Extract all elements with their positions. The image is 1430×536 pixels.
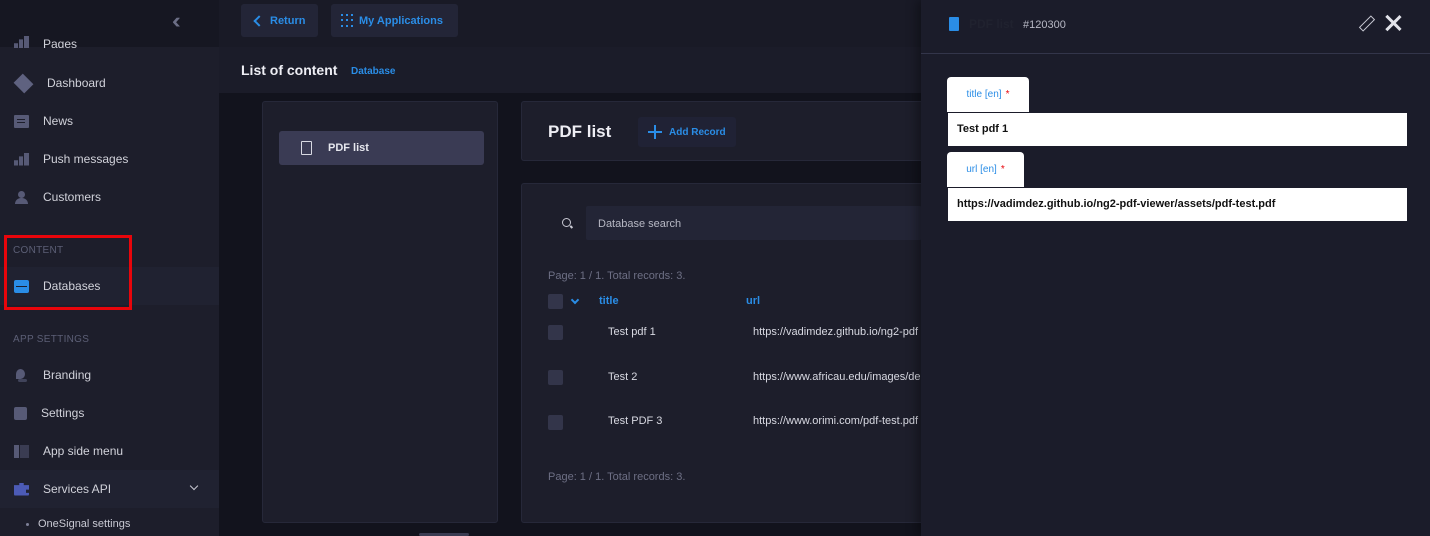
app-root: Pages ‹‹ Dashboard News Push messages Cu…	[0, 0, 1430, 536]
list-header-panel: PDF list Add Record	[521, 101, 921, 161]
sidebar-item-pages[interactable]: Pages	[0, 28, 219, 48]
sidebar-item-label: Push messages	[43, 152, 129, 166]
page-info-top: Page: 1 / 1. Total records: 3.	[548, 270, 686, 282]
arrow-left-icon	[253, 14, 265, 27]
title-field[interactable]: Test pdf 1	[947, 112, 1408, 147]
sidebar-subitem-label: OneSignal settings	[38, 518, 131, 530]
column-header-url[interactable]: url	[746, 295, 760, 307]
side-menu-icon	[14, 444, 29, 458]
customers-icon	[14, 190, 29, 204]
sidebar: Pages ‹‹ Dashboard News Push messages Cu…	[0, 0, 219, 536]
branding-icon	[14, 368, 29, 382]
search-input[interactable]: Database search	[586, 206, 922, 240]
section-app-settings-label: APP SETTINGS	[13, 334, 90, 345]
location-bar: List of content Database	[219, 47, 921, 93]
drawer-header: PDF list #120300	[921, 0, 1430, 54]
sidebar-item-app-side-menu[interactable]: App side menu	[0, 432, 219, 470]
list-title: PDF list	[548, 122, 612, 141]
database-badge: Database	[351, 66, 396, 77]
search-icon	[562, 218, 571, 227]
sidebar-header: Pages ‹‹	[0, 0, 219, 48]
database-item-pdf-list[interactable]: PDF list	[279, 131, 484, 165]
database-item-label: PDF list	[328, 142, 369, 154]
sidebar-item-label: Settings	[41, 406, 85, 420]
row-checkbox[interactable]	[548, 370, 563, 385]
record-id: #120300	[1023, 19, 1066, 31]
search-placeholder: Database search	[598, 218, 682, 230]
sidebar-item-news[interactable]: News	[0, 102, 219, 140]
red-highlight-box	[4, 235, 132, 310]
sidebar-item-settings[interactable]: Settings	[0, 394, 219, 432]
sidebar-item-push-messages[interactable]: Push messages	[0, 140, 219, 178]
row-checkbox[interactable]	[548, 415, 563, 430]
edit-pencil-icon[interactable]	[1359, 16, 1373, 30]
cell-title: Test pdf 1	[608, 326, 656, 338]
url-field[interactable]: https://vadimdez.github.io/ng2-pdf-viewe…	[947, 187, 1408, 222]
puzzle-icon	[14, 482, 29, 496]
field-tab-url[interactable]: url [en] *	[947, 152, 1024, 187]
page-title: List of content	[241, 62, 338, 78]
field-tab-title[interactable]: title [en] *	[947, 77, 1029, 112]
field-label: title [en]	[966, 89, 1002, 100]
my-applications-label: My Applications	[359, 14, 443, 27]
cell-url: https://vadimdez.github.io/ng2-pdf	[753, 326, 919, 338]
my-applications-button[interactable]: My Applications	[331, 4, 458, 37]
row-checkbox[interactable]	[548, 325, 563, 340]
sidebar-item-label: Dashboard	[47, 76, 106, 90]
return-button[interactable]: Return	[241, 4, 318, 37]
plus-icon	[648, 125, 662, 139]
record-editor-drawer: PDF list #120300 title [en] * Test pdf 1…	[921, 0, 1430, 536]
sidebar-item-label: App side menu	[43, 444, 124, 458]
sidebar-item-label: Customers	[43, 190, 102, 204]
collapse-sidebar-icon[interactable]: ‹‹	[172, 10, 180, 32]
return-label: Return	[270, 14, 306, 27]
cell-title: Test PDF 3	[608, 415, 663, 427]
drawer-database-name: PDF list	[969, 17, 1014, 31]
chevron-down-icon	[189, 481, 199, 491]
column-header-title[interactable]: title	[599, 295, 619, 307]
field-label: url [en]	[966, 164, 997, 175]
dashboard-icon	[13, 73, 34, 93]
grid-icon	[341, 13, 355, 28]
sidebar-item-branding[interactable]: Branding	[0, 356, 219, 394]
push-messages-icon	[14, 152, 29, 166]
required-marker: *	[1005, 89, 1010, 100]
file-icon	[301, 141, 312, 155]
cell-title: Test 2	[608, 371, 638, 383]
cell-url: https://www.africau.edu/images/de	[753, 371, 921, 383]
sidebar-item-customers[interactable]: Customers	[0, 178, 219, 216]
sidebar-item-dashboard[interactable]: Dashboard	[0, 64, 219, 102]
document-icon	[949, 17, 959, 31]
settings-icon	[14, 406, 27, 420]
sidebar-subitem-onesignal[interactable]: OneSignal settings	[26, 518, 130, 530]
pages-icon	[14, 35, 29, 48]
records-table-panel: Database search Page: 1 / 1. Total recor…	[521, 183, 922, 523]
page-info-bottom: Page: 1 / 1. Total records: 3.	[548, 471, 686, 483]
add-record-label: Add Record	[669, 126, 726, 138]
select-all-checkbox[interactable]	[548, 294, 563, 309]
sidebar-item-label: Pages	[43, 37, 78, 48]
news-icon	[14, 114, 29, 128]
database-list-panel: PDF list	[262, 101, 498, 523]
chevron-down-icon[interactable]	[570, 295, 580, 305]
top-bar: Return My Applications	[219, 0, 921, 47]
sidebar-item-label: Services API	[43, 482, 112, 496]
add-record-button[interactable]: Add Record	[638, 117, 736, 147]
close-icon[interactable]	[1384, 14, 1402, 32]
required-marker: *	[1000, 164, 1005, 175]
sidebar-item-label: Branding	[43, 368, 92, 382]
sidebar-item-services-api[interactable]: Services API	[0, 470, 219, 508]
cell-url: https://www.orimi.com/pdf-test.pdf	[753, 415, 919, 427]
sidebar-item-label: News	[43, 114, 74, 128]
